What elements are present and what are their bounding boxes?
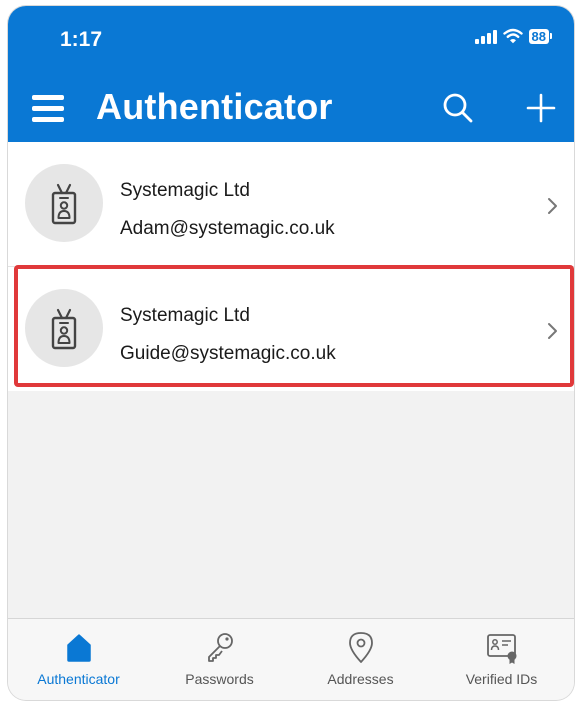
account-org-name: Systemagic Ltd: [120, 180, 250, 201]
bottom-tab-bar: Authenticator Passwords Addresses Verifi…: [8, 618, 574, 700]
wifi-icon: [502, 28, 523, 44]
status-time: 1:17: [60, 28, 103, 51]
location-pin-icon: [348, 632, 373, 663]
tab-label: Passwords: [185, 671, 254, 687]
id-card-icon: [486, 634, 516, 664]
tab-label: Verified IDs: [465, 671, 538, 687]
account-list: Systemagic Ltd Adam@systemagic.co.uk Sys…: [8, 142, 574, 391]
chevron-right-icon: [548, 323, 557, 339]
tab-verified-ids[interactable]: Verified IDs: [431, 619, 572, 700]
account-org-name: Systemagic Ltd: [120, 305, 250, 326]
page-title: Authenticator: [96, 86, 333, 127]
tab-label: Addresses: [327, 671, 394, 687]
status-indicators: 88: [474, 28, 552, 44]
tab-addresses[interactable]: Addresses: [290, 619, 431, 700]
phone-screen: 1:17 88 Authenticator Systemagic Ltd Ada…: [8, 6, 574, 700]
tab-passwords[interactable]: Passwords: [149, 619, 290, 700]
add-account-icon[interactable]: [523, 90, 559, 126]
account-email: Adam@systemagic.co.uk: [120, 218, 335, 239]
app-header: 1:17 88 Authenticator: [8, 6, 574, 142]
search-icon[interactable]: [440, 90, 476, 126]
title-row: Authenticator: [8, 84, 574, 134]
tab-label: Authenticator: [37, 671, 120, 687]
account-item[interactable]: Systemagic Ltd Adam@systemagic.co.uk: [8, 142, 574, 266]
chevron-right-icon: [548, 198, 557, 214]
home-icon: [66, 634, 91, 662]
key-icon: [207, 633, 233, 662]
battery-icon: 88: [528, 28, 552, 44]
tab-authenticator[interactable]: Authenticator: [8, 619, 149, 700]
account-item[interactable]: Systemagic Ltd Guide@systemagic.co.uk: [8, 266, 574, 391]
work-badge-avatar-icon: [25, 164, 103, 242]
account-email: Guide@systemagic.co.uk: [120, 343, 336, 364]
hamburger-menu-icon[interactable]: [32, 93, 64, 123]
work-badge-avatar-icon: [25, 289, 103, 367]
cellular-signal-icon: [474, 28, 497, 44]
battery-level: 88: [528, 28, 549, 44]
